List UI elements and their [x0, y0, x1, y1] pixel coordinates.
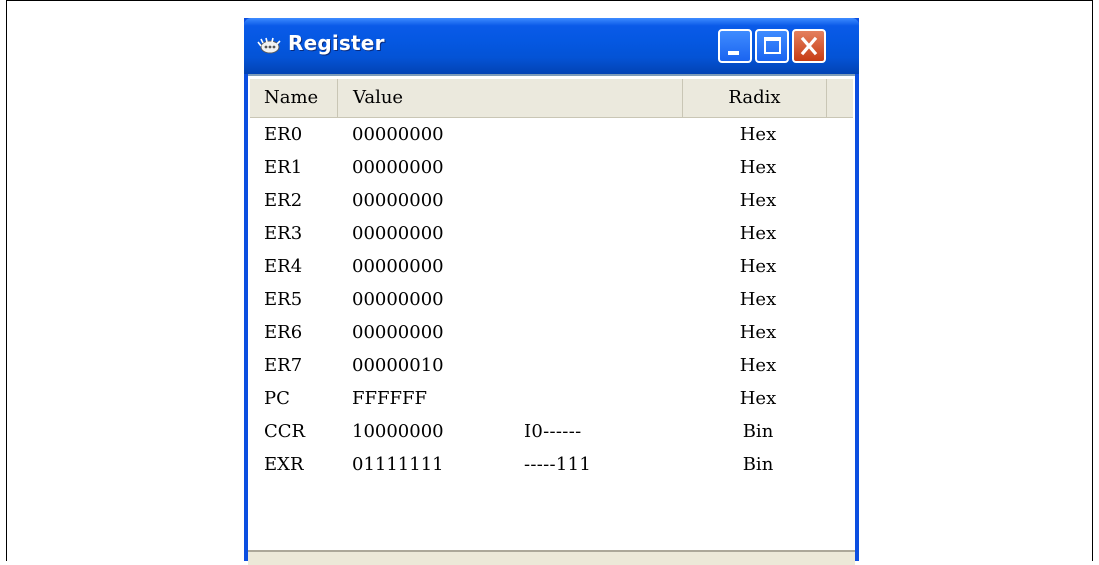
- table-row[interactable]: ER4 00000000 Hex: [248, 250, 855, 283]
- table-row[interactable]: ER2 00000000 Hex: [248, 184, 855, 217]
- register-radix[interactable]: Hex: [718, 355, 798, 376]
- register-value[interactable]: 00000000: [352, 157, 444, 178]
- table-row[interactable]: ER7 00000010 Hex: [248, 349, 855, 382]
- register-radix[interactable]: Hex: [718, 256, 798, 277]
- document-frame-top: [6, 0, 1092, 1]
- maximize-button[interactable]: [755, 29, 789, 63]
- table-header: Name Value Radix: [250, 79, 853, 118]
- register-name: ER5: [264, 289, 303, 310]
- register-value[interactable]: FFFFFF: [352, 388, 427, 409]
- register-flags: -----111: [524, 454, 592, 475]
- close-icon: [800, 36, 818, 56]
- maximize-icon: [764, 37, 781, 54]
- register-value[interactable]: 00000000: [352, 289, 444, 310]
- register-value[interactable]: 00000000: [352, 256, 444, 277]
- register-radix[interactable]: Hex: [718, 190, 798, 211]
- table-row[interactable]: ER6 00000000 Hex: [248, 316, 855, 349]
- table-row[interactable]: CCR 10000000 I0------ Bin: [248, 415, 855, 448]
- table-row[interactable]: ER0 00000000 Hex: [248, 118, 855, 151]
- register-name: ER2: [264, 190, 303, 211]
- minimize-icon: [728, 51, 739, 55]
- register-name: ER0: [264, 124, 303, 145]
- document-frame-left: [6, 0, 7, 561]
- table-row[interactable]: ER1 00000000 Hex: [248, 151, 855, 184]
- close-button[interactable]: [792, 29, 826, 63]
- register-radix[interactable]: Hex: [718, 322, 798, 343]
- register-name: ER3: [264, 223, 303, 244]
- register-value[interactable]: 00000000: [352, 223, 444, 244]
- register-name: ER7: [264, 355, 303, 376]
- register-flags: I0------: [524, 421, 582, 442]
- register-name: EXR: [264, 454, 304, 475]
- column-header-filler: [827, 79, 853, 117]
- register-name: ER1: [264, 157, 303, 178]
- register-radix[interactable]: Hex: [718, 157, 798, 178]
- register-radix[interactable]: Hex: [718, 124, 798, 145]
- register-name: PC: [264, 388, 290, 409]
- register-value[interactable]: 01111111: [352, 454, 444, 475]
- column-header-radix[interactable]: Radix: [683, 79, 827, 117]
- table-row[interactable]: PC FFFFFF Hex: [248, 382, 855, 415]
- table-row[interactable]: ER3 00000000 Hex: [248, 217, 855, 250]
- register-name: CCR: [264, 421, 306, 442]
- minimize-button[interactable]: [718, 29, 752, 63]
- register-app-icon[interactable]: [257, 36, 281, 56]
- register-value[interactable]: 00000000: [352, 190, 444, 211]
- register-name: ER4: [264, 256, 303, 277]
- register-value[interactable]: 00000000: [352, 322, 444, 343]
- window-bottom-edge: [248, 550, 855, 565]
- register-window: Register Name Value Radix ER0 00000000 H…: [244, 18, 859, 565]
- register-name: ER6: [264, 322, 303, 343]
- column-header-name[interactable]: Name: [250, 79, 338, 117]
- document-frame-right: [1092, 0, 1093, 561]
- column-header-value[interactable]: Value: [338, 79, 683, 117]
- register-value[interactable]: 10000000: [352, 421, 444, 442]
- register-radix[interactable]: Bin: [718, 454, 798, 475]
- register-radix[interactable]: Hex: [718, 289, 798, 310]
- window-title: Register: [288, 31, 385, 55]
- register-radix[interactable]: Hex: [718, 388, 798, 409]
- register-radix[interactable]: Hex: [718, 223, 798, 244]
- title-bar[interactable]: Register: [244, 18, 859, 74]
- table-row[interactable]: EXR 01111111 -----111 Bin: [248, 448, 855, 481]
- register-value[interactable]: 00000000: [352, 124, 444, 145]
- table-row[interactable]: ER5 00000000 Hex: [248, 283, 855, 316]
- register-value[interactable]: 00000010: [352, 355, 444, 376]
- register-table: Name Value Radix ER0 00000000 Hex ER1 00…: [248, 74, 855, 565]
- register-radix[interactable]: Bin: [718, 421, 798, 442]
